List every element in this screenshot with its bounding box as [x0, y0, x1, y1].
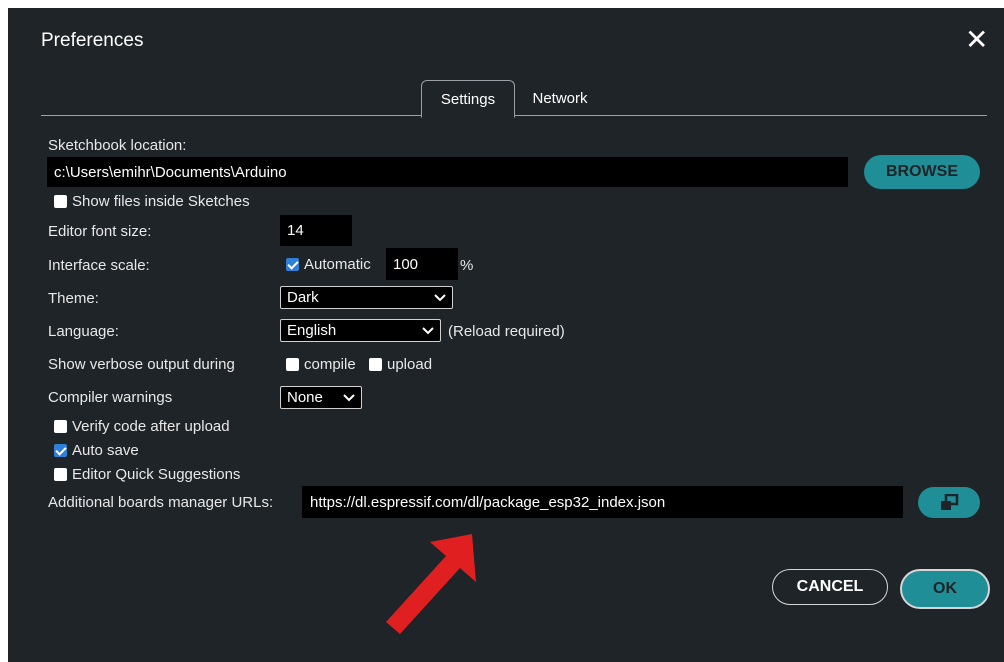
- interface-scale-label: Interface scale:: [48, 257, 150, 274]
- sketchbook-label: Sketchbook location:: [48, 137, 187, 154]
- language-label: Language:: [48, 323, 119, 340]
- compiler-warnings-select[interactable]: None: [280, 386, 362, 409]
- font-size-label: Editor font size:: [48, 223, 152, 240]
- browse-button[interactable]: BROWSE: [864, 155, 980, 189]
- dialog-title: Preferences: [41, 30, 144, 51]
- checkbox-icon: [54, 468, 67, 481]
- checkbox-checked-icon: [54, 444, 67, 457]
- compiler-warnings-value: None: [287, 389, 323, 406]
- theme-select[interactable]: Dark: [280, 286, 453, 309]
- auto-save-label: Auto save: [72, 442, 139, 459]
- close-icon[interactable]: ✕: [965, 26, 988, 54]
- verify-code-label: Verify code after upload: [72, 418, 230, 435]
- auto-save-checkbox[interactable]: Auto save: [54, 442, 139, 459]
- upload-label: upload: [387, 356, 433, 373]
- compile-checkbox[interactable]: compile: [286, 356, 356, 373]
- checkbox-icon: [286, 358, 299, 371]
- theme-label: Theme:: [48, 290, 99, 307]
- theme-value: Dark: [287, 289, 319, 306]
- automatic-label: Automatic: [304, 256, 371, 273]
- quick-suggestions-checkbox[interactable]: Editor Quick Suggestions: [54, 466, 240, 483]
- language-select[interactable]: English: [280, 319, 441, 342]
- tab-network[interactable]: Network: [520, 80, 600, 116]
- open-window-button[interactable]: [918, 487, 980, 518]
- checkbox-icon: [54, 195, 67, 208]
- checkbox-icon: [369, 358, 382, 371]
- chevron-down-icon: [341, 390, 357, 406]
- font-size-input[interactable]: 14: [280, 215, 352, 246]
- language-value: English: [287, 322, 337, 339]
- reload-note: (Reload required): [448, 323, 565, 340]
- boards-urls-input[interactable]: https://dl.espressif.com/dl/package_esp3…: [302, 486, 903, 518]
- quick-suggestions-label: Editor Quick Suggestions: [72, 466, 241, 483]
- verbose-label: Show verbose output during: [48, 356, 235, 373]
- show-files-checkbox[interactable]: Show files inside Sketches: [54, 193, 250, 210]
- checkbox-icon: [54, 420, 67, 433]
- percent-unit: %: [460, 257, 474, 274]
- ok-button[interactable]: OK: [900, 569, 990, 609]
- compiler-warnings-label: Compiler warnings: [48, 389, 173, 406]
- open-window-icon: [941, 493, 959, 510]
- boards-urls-label: Additional boards manager URLs:: [48, 494, 274, 511]
- upload-checkbox[interactable]: upload: [369, 356, 432, 373]
- show-files-label: Show files inside Sketches: [72, 193, 250, 210]
- interface-scale-input[interactable]: 100: [386, 248, 458, 280]
- compile-label: compile: [304, 356, 356, 373]
- sketchbook-input[interactable]: c:\Users\emihr\Documents\Arduino: [47, 157, 848, 187]
- verify-code-checkbox[interactable]: Verify code after upload: [54, 418, 230, 435]
- tab-settings[interactable]: Settings: [421, 80, 515, 118]
- automatic-checkbox[interactable]: Automatic: [286, 256, 371, 273]
- chevron-down-icon: [432, 290, 448, 306]
- cancel-button[interactable]: CANCEL: [772, 569, 888, 605]
- checkbox-checked-icon: [286, 258, 299, 271]
- chevron-down-icon: [420, 323, 436, 339]
- red-arrow-annotation: [386, 534, 476, 634]
